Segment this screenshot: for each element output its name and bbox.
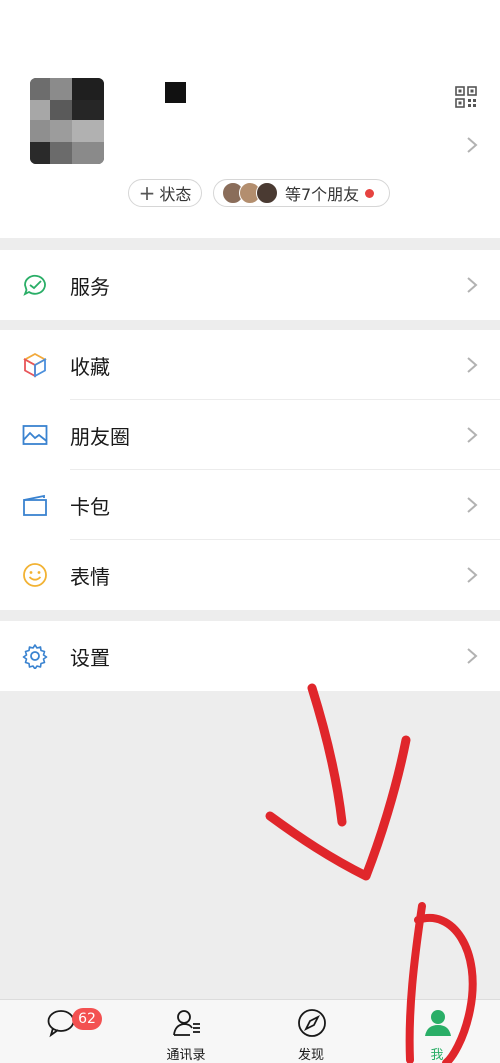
menu-item-favorites[interactable]: 收藏 [0, 330, 500, 400]
services-icon [23, 274, 46, 296]
card-wallet-icon [23, 494, 47, 516]
chevron-right-icon [467, 497, 478, 513]
bottom-tab-bar: 通讯录 发现 我 [0, 999, 500, 1063]
me-page: + 状态 等7个朋友 服务 收藏 朋友圈 卡包 表情 设置 通讯录 发现 我 6… [0, 0, 500, 1063]
nickname-redacted [165, 82, 186, 103]
chat-bubble-icon [47, 1010, 75, 1038]
contacts-person-icon [173, 1010, 200, 1036]
menu-item-cards[interactable]: 卡包 [0, 470, 500, 540]
tab-me[interactable]: 我 [397, 1000, 477, 1063]
new-dot [365, 188, 375, 198]
plus-icon: + [138, 181, 156, 205]
unread-badge: 62 [72, 1008, 102, 1030]
favorites-label: 收藏 [70, 354, 110, 379]
avatar[interactable] [30, 78, 104, 164]
services-group: 服务 [0, 250, 500, 320]
me-person-icon [425, 1010, 451, 1036]
menu-item-moments[interactable]: 朋友圈 [0, 400, 500, 470]
compass-icon [298, 1009, 326, 1037]
chevron-right-icon [467, 567, 478, 583]
moments-label: 朋友圈 [70, 424, 130, 449]
status-label: 状态 [159, 185, 192, 204]
tab-contacts[interactable]: 通讯录 [146, 1000, 226, 1063]
friend-avatar [256, 182, 278, 204]
chevron-right-icon [467, 277, 478, 293]
stickers-label: 表情 [70, 564, 110, 589]
moments-picture-icon [22, 425, 48, 445]
profile-header[interactable]: + 状态 等7个朋友 [0, 0, 500, 238]
tab-contacts-label: 通讯录 [166, 1048, 206, 1063]
main-group: 收藏 朋友圈 卡包 表情 [0, 330, 500, 610]
friends-label: 等7个朋友 [285, 185, 360, 204]
gear-icon [22, 644, 48, 669]
chevron-right-icon [467, 137, 478, 153]
favorites-cube-icon [23, 352, 47, 378]
chevron-right-icon [467, 648, 478, 664]
chevron-right-icon [467, 427, 478, 443]
tab-me-label: 我 [430, 1048, 444, 1063]
menu-item-stickers[interactable]: 表情 [0, 540, 500, 610]
cards-label: 卡包 [70, 494, 110, 519]
menu-item-services[interactable]: 服务 [0, 250, 500, 320]
friend-avatars [222, 182, 278, 204]
tab-discover-label: 发现 [297, 1048, 324, 1063]
smiley-icon [23, 563, 47, 587]
tab-discover[interactable]: 发现 [271, 1000, 351, 1063]
add-status-button[interactable]: + 状态 [128, 179, 202, 207]
menu-item-settings[interactable]: 设置 [0, 621, 500, 691]
settings-label: 设置 [70, 645, 110, 670]
friends-status-button[interactable]: 等7个朋友 [213, 179, 390, 207]
settings-group: 设置 [0, 621, 500, 691]
chevron-right-icon [467, 357, 478, 373]
qr-code-icon[interactable] [455, 86, 477, 108]
services-label: 服务 [70, 274, 110, 299]
